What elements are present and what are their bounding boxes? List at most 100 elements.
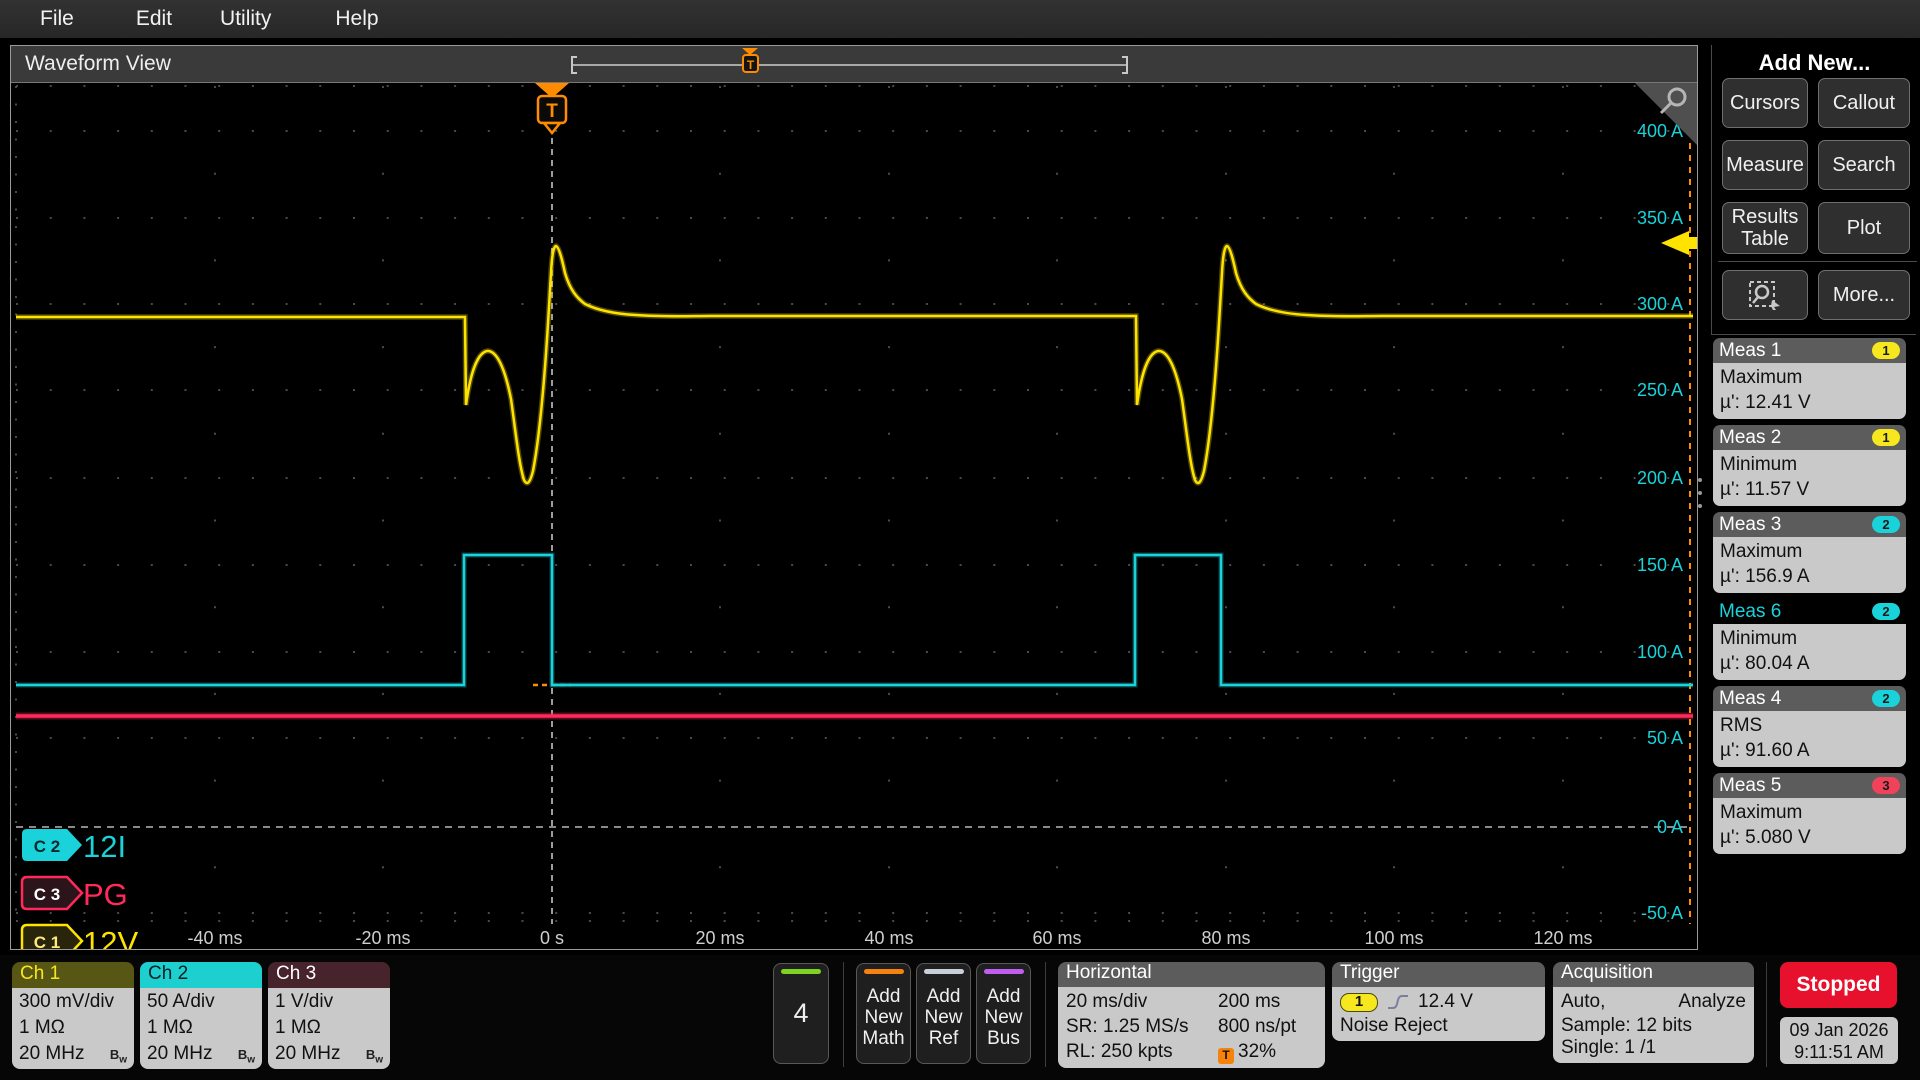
y-axis-label: -50 A	[1641, 903, 1683, 923]
channel-label-ch2: 12I	[83, 829, 126, 864]
waveform-view-panel: Waveform View T 400 A 350 A 300 A 250 A …	[10, 45, 1698, 950]
meas-type: Minimum	[1720, 628, 1798, 649]
measure-button[interactable]: Measure	[1722, 140, 1808, 190]
trigger-position: T 32%	[1218, 1039, 1318, 1064]
meas-type: Minimum	[1720, 454, 1798, 475]
source-badge: 1	[1872, 429, 1900, 446]
menu-edit[interactable]: Edit	[136, 7, 172, 31]
meas-2-panel[interactable]: Meas 2 1 Minimum µ': 11.57 V	[1713, 425, 1906, 506]
svg-text:T: T	[546, 101, 558, 122]
meas-6-panel[interactable]: Meas 6 2 Minimum µ': 80.04 A	[1713, 599, 1906, 680]
source-badge: 2	[1872, 690, 1900, 707]
trigger-level-arrow[interactable]	[1661, 231, 1689, 255]
callout-button[interactable]: Callout	[1818, 78, 1910, 128]
zoom-select-button[interactable]	[1722, 270, 1808, 320]
horizontal-badge[interactable]: Horizontal 20 ms/div 200 ms SR: 1.25 MS/…	[1058, 962, 1325, 1068]
y-axis-label: 250 A	[1637, 380, 1683, 400]
trigger-mode: Noise Reject	[1340, 1015, 1448, 1036]
svg-text:T: T	[747, 58, 755, 72]
meas-title: Meas 2	[1719, 426, 1782, 448]
channel-3-scale: 1 V/div	[275, 991, 334, 1012]
more-button[interactable]: More...	[1818, 270, 1910, 320]
channel-badge-ch2[interactable]: C 2 12I	[22, 829, 126, 864]
separator	[1045, 962, 1046, 1067]
record-view-slider[interactable]: T	[11, 46, 1697, 82]
separator	[1766, 962, 1767, 1067]
y-axis-label: 0 A	[1657, 817, 1683, 837]
run-stop-status-button[interactable]: Stopped	[1780, 962, 1897, 1008]
meas-title: Meas 4	[1719, 687, 1782, 709]
bottom-settings-bar: Ch 1 300 mV/div 1 MΩ 20 MHz Bw Ch 2 50 A…	[0, 955, 1920, 1080]
channel-1-scale: 300 mV/div	[19, 991, 115, 1012]
meas-1-panel[interactable]: Meas 1 1 Maximum µ': 12.41 V	[1713, 338, 1906, 419]
channel-2-badge[interactable]: Ch 2 50 A/div 1 MΩ 20 MHz Bw	[140, 962, 262, 1069]
acquisition-badge[interactable]: Acquisition Auto, Analyze Sample: 12 bit…	[1553, 962, 1754, 1063]
meas-value: µ': 156.9 A	[1720, 566, 1810, 587]
trigger-title: Trigger	[1332, 962, 1545, 987]
svg-text:C 1: C 1	[34, 933, 60, 949]
separator	[843, 962, 844, 1067]
add-new-divider	[1718, 261, 1917, 262]
channel-2-scale: 50 A/div	[147, 991, 215, 1012]
source-badge: 2	[1872, 603, 1900, 620]
meas-type: Maximum	[1720, 367, 1803, 388]
channel-2-bandwidth: 20 MHz	[147, 1043, 213, 1064]
trigger-position-icon: T	[1218, 1047, 1234, 1064]
channel-3-bandwidth: 20 MHz	[275, 1043, 341, 1064]
add-new-title: Add New...	[1758, 50, 1871, 75]
add-new-bus-button[interactable]: Add New Bus	[976, 963, 1031, 1064]
trace-ch1-12v	[16, 243, 1693, 486]
add-new-panel: Add New... Cursors Callout Measure Searc…	[1711, 45, 1917, 335]
trigger-badge[interactable]: Trigger 1 12.4 V Noise Reject	[1332, 962, 1545, 1041]
x-axis-label: -20 ms	[355, 928, 410, 948]
add-new-math-button[interactable]: Add New Math	[856, 963, 911, 1064]
meas-value: µ': 80.04 A	[1720, 653, 1810, 674]
channel-3-badge[interactable]: Ch 3 1 V/div 1 MΩ 20 MHz Bw	[268, 962, 390, 1069]
channel-label-ch3: PG	[83, 877, 128, 912]
trigger-level: 12.4 V	[1418, 991, 1473, 1012]
horizontal-title: Horizontal	[1058, 962, 1325, 987]
meas-title: Meas 5	[1719, 774, 1782, 796]
menu-help[interactable]: Help	[335, 7, 378, 31]
add-new-ref-button[interactable]: Add New Ref	[916, 963, 971, 1064]
menu-bar: File Edit Utility Help	[0, 0, 1920, 38]
results-table-button[interactable]: Results Table	[1722, 202, 1808, 254]
date-time-display[interactable]: 09 Jan 2026 9:11:51 AM	[1780, 1017, 1898, 1064]
channel-4-button[interactable]: 4	[773, 963, 829, 1064]
trigger-marker[interactable]: T	[535, 83, 569, 136]
plot-button[interactable]: Plot	[1818, 202, 1910, 254]
panel-splitter-handle[interactable]	[1697, 478, 1703, 508]
svg-text:C 2: C 2	[34, 837, 60, 856]
channel-3-name: Ch 3	[268, 962, 390, 988]
waveform-title-bar: Waveform View T	[11, 46, 1697, 83]
meas-4-panel[interactable]: Meas 4 2 RMS µ': 91.60 A	[1713, 686, 1906, 767]
meas-value: µ': 12.41 V	[1720, 392, 1811, 413]
channel-1-badge[interactable]: Ch 1 300 mV/div 1 MΩ 20 MHz Bw	[12, 962, 134, 1069]
meas-value: µ': 91.60 A	[1720, 740, 1810, 761]
channel-1-impedance: 1 MΩ	[19, 1017, 65, 1038]
menu-file[interactable]: File	[40, 7, 74, 31]
meas-3-panel[interactable]: Meas 3 2 Maximum µ': 156.9 A	[1713, 512, 1906, 593]
date: 09 Jan 2026	[1789, 1019, 1889, 1040]
record-view-trigger-marker[interactable]: T	[742, 48, 759, 73]
channel-badge-ch1[interactable]: C 1 12V	[20, 923, 138, 949]
bandwidth-limit-icon: Bw	[109, 1047, 127, 1066]
channel-badge-ch3[interactable]: C 3 PG	[20, 875, 128, 912]
search-button[interactable]: Search	[1818, 140, 1910, 190]
channel-1-name: Ch 1	[12, 962, 134, 988]
x-axis-labels: -40 ms -20 ms 0 s 20 ms 40 ms 60 ms 80 m…	[187, 928, 1592, 948]
cursors-button[interactable]: Cursors	[1722, 78, 1808, 128]
meas-title: Meas 6	[1719, 600, 1782, 622]
x-axis-label: 40 ms	[864, 928, 913, 948]
trace-ch2-12i	[16, 552, 1693, 688]
menu-utility[interactable]: Utility	[220, 7, 271, 31]
x-axis-label: 20 ms	[695, 928, 744, 948]
acquisition-single: Single: 1 /1	[1561, 1037, 1657, 1058]
source-badge: 1	[1872, 342, 1900, 359]
channel-4-color-stripe	[781, 969, 821, 974]
time: 9:11:51 AM	[1794, 1041, 1884, 1062]
trigger-source-badge: 1	[1340, 992, 1378, 1012]
meas-5-panel[interactable]: Meas 5 3 Maximum µ': 5.080 V	[1713, 773, 1906, 854]
y-axis-label: 100 A	[1637, 642, 1683, 662]
channel-label-ch1: 12V	[83, 925, 138, 949]
